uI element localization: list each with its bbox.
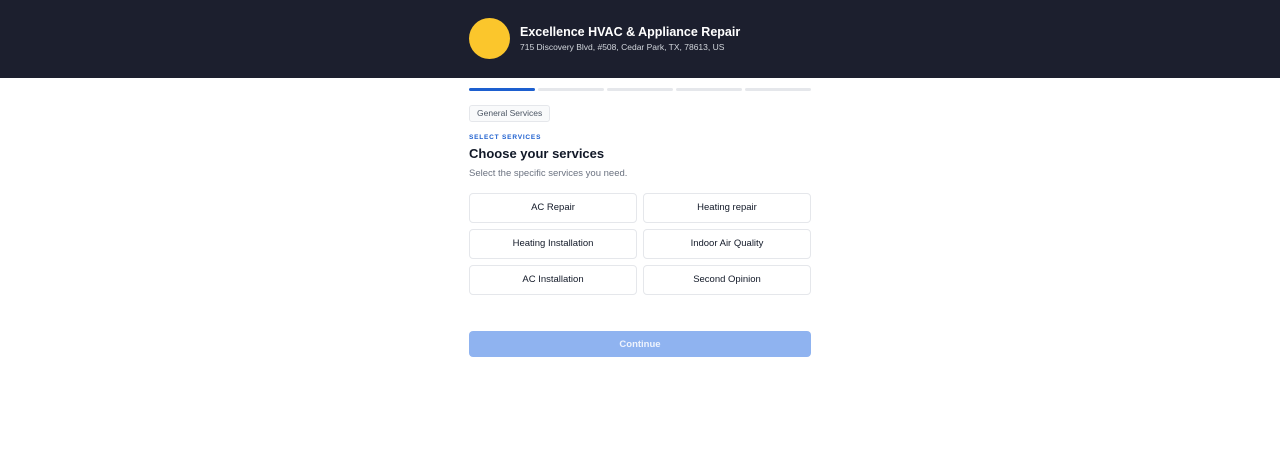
service-option-second-opinion[interactable]: Second Opinion	[643, 265, 811, 295]
service-option-indoor-air-quality[interactable]: Indoor Air Quality	[643, 229, 811, 259]
progress-segment-2	[538, 88, 604, 91]
progress-segment-3	[607, 88, 673, 91]
service-option-ac-installation[interactable]: AC Installation	[469, 265, 637, 295]
business-address: 715 Discovery Blvd, #508, Cedar Park, TX…	[520, 42, 725, 52]
progress-segment-5	[745, 88, 811, 91]
service-option-ac-repair[interactable]: AC Repair	[469, 193, 637, 223]
services-grid: AC Repair Heating repair Heating Install…	[469, 193, 811, 295]
service-option-heating-installation[interactable]: Heating Installation	[469, 229, 637, 259]
page-subtitle: Select the specific services you need.	[469, 168, 628, 179]
step-eyebrow: SELECT SERVICES	[469, 134, 542, 141]
business-name: Excellence HVAC & Appliance Repair	[520, 25, 741, 39]
category-chip: General Services	[469, 105, 551, 122]
progress-segment-1	[469, 88, 535, 91]
service-option-heating-repair[interactable]: Heating repair	[643, 193, 811, 223]
business-header: Excellence HVAC & Appliance Repair 715 D…	[0, 0, 1280, 78]
step-progress-bar	[469, 88, 811, 91]
continue-button[interactable]: Continue	[469, 331, 811, 357]
page-title: Choose your services	[469, 146, 605, 161]
progress-segment-4	[676, 88, 742, 91]
business-logo	[469, 18, 510, 59]
